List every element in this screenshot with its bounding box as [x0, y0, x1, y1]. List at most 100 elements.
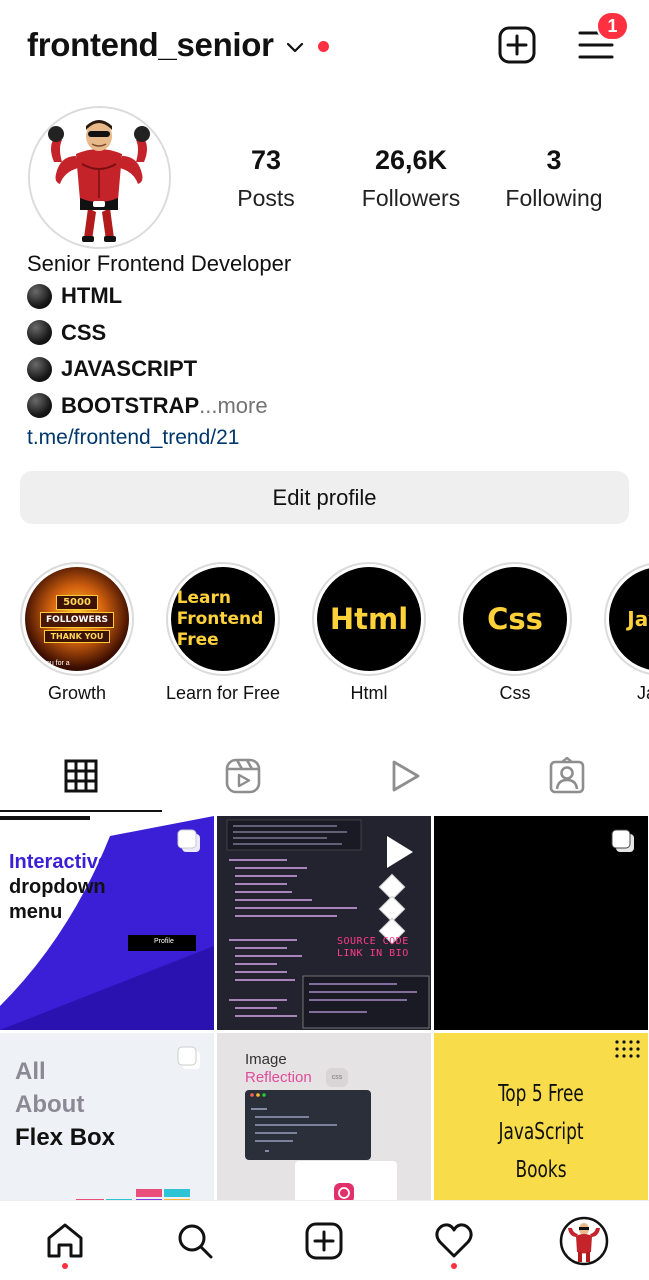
home-icon [47, 1223, 83, 1258]
bio-title: Senior Frontend Developer [27, 251, 292, 276]
edit-profile-button[interactable]: Edit profile [20, 471, 629, 524]
tagged-icon [549, 757, 585, 794]
highlight-growth[interactable]: 5000 FOLLOWERS THANK YOU k you for a Gro… [2, 562, 152, 704]
bio-line: CSS [27, 315, 627, 352]
bio-line: JAVASCRIPT [27, 351, 627, 388]
post-tile[interactable]: SOURCE CODE LINK IN BIO [217, 816, 431, 1030]
notification-badge: 1 [596, 11, 629, 41]
dot-pattern-image [615, 1040, 640, 1058]
black-circle-icon [27, 283, 52, 309]
profile-avatar-icon [559, 1216, 609, 1266]
highlight-ring: Learn Frontend Free [166, 562, 280, 676]
highlight-html[interactable]: Html Html [294, 562, 444, 704]
activity-notification-dot [451, 1263, 457, 1269]
following-stat[interactable]: 3 Following [501, 145, 607, 212]
bio-line-text: HTML [61, 283, 123, 309]
post-tile[interactable]: Interactive dropdown menu Profile [0, 816, 214, 1030]
profile-avatar[interactable] [28, 106, 171, 249]
cover-text: FOLLOWERS [39, 612, 115, 628]
tab-posts-grid[interactable] [0, 740, 162, 812]
cover-text: Free [176, 629, 219, 650]
post-title-line: menu [9, 901, 63, 923]
cover-text: Learn [176, 587, 232, 608]
post-button-text: Profile [154, 938, 174, 945]
nav-profile[interactable] [544, 1201, 624, 1280]
highlight-ring: Java [604, 562, 649, 676]
create-post-button[interactable] [497, 25, 537, 65]
plus-square-icon [498, 26, 536, 64]
carousel-icon [177, 829, 200, 852]
cover-text: Html [329, 602, 409, 636]
following-label: Following [505, 185, 603, 211]
tab-tagged[interactable] [486, 740, 648, 812]
post-thumbnail-image [217, 816, 431, 1030]
username[interactable]: frontend_senior [27, 26, 274, 64]
followers-label: Followers [361, 185, 461, 211]
profile-bio: Senior Frontend Developer HTML CSS JAVAS… [27, 250, 627, 450]
bio-line-text: CSS [61, 319, 107, 345]
profile-tabs [0, 740, 649, 812]
bio-external-link[interactable]: t.me/frontend_trend/21 [27, 426, 627, 450]
highlight-ring: Css [458, 562, 572, 676]
home-notification-dot [62, 1263, 68, 1269]
tab-videos[interactable] [324, 740, 486, 812]
highlight-cover: 5000 FOLLOWERS THANK YOU k you for a [25, 567, 129, 671]
post-tile[interactable]: All About Flex Box [0, 1033, 214, 1200]
post-tile[interactable]: Image Reflection css [217, 1033, 431, 1200]
cover-text: THANK YOU [43, 630, 111, 643]
highlight-label: Growth [47, 683, 107, 703]
cover-text: Css [487, 602, 543, 636]
post-title-line: Flex Box [15, 1124, 116, 1151]
cover-text: 5000 [56, 595, 98, 610]
new-activity-dot [317, 40, 329, 52]
carousel-icon [177, 1046, 200, 1069]
post-title-line: Books [515, 1157, 567, 1183]
plus-square-icon [305, 1222, 343, 1260]
posts-label: Posts [237, 185, 295, 211]
post-tile[interactable] [434, 816, 648, 1030]
highlight-ring: 5000 FOLLOWERS THANK YOU k you for a [20, 562, 134, 676]
highlight-cover: Css [463, 567, 567, 671]
bio-line-text: JAVASCRIPT [61, 356, 198, 382]
highlight-learn-for-free[interactable]: Learn Frontend Free Learn for Free [148, 562, 298, 704]
followers-count: 26,6K [374, 145, 448, 175]
post-title-line: Interactive [9, 851, 110, 873]
search-icon [178, 1224, 213, 1259]
superhero-avatar-image [30, 108, 169, 247]
post-overlay-text: SOURCE CODE [337, 936, 409, 947]
highlight-label: Html [350, 683, 388, 703]
highlight-css[interactable]: Css Css [440, 562, 590, 704]
post-title-line: JavaScript [498, 1119, 584, 1145]
account-switcher[interactable]: frontend_senior [27, 26, 329, 64]
black-circle-icon [27, 320, 52, 346]
post-title-line: dropdown [9, 876, 106, 898]
posts-count: 73 [250, 145, 282, 175]
following-count: 3 [546, 145, 562, 175]
cover-footer-text: k you for a [37, 660, 70, 667]
highlight-label: Learn for Free [165, 683, 281, 703]
highlight-ring: Html [312, 562, 426, 676]
highlight-java[interactable]: Java Java [586, 562, 649, 704]
tab-reels[interactable] [162, 740, 324, 812]
reels-icon [225, 758, 261, 794]
post-thumbnail-image [245, 1090, 397, 1200]
chevron-down-icon[interactable] [286, 42, 304, 54]
nav-activity[interactable] [414, 1201, 494, 1280]
bio-ellipsis: ... [199, 392, 218, 418]
nav-search[interactable] [155, 1201, 235, 1280]
highlight-label: Css [499, 683, 531, 703]
post-title-line: All [15, 1058, 46, 1085]
flexbox-blocks-image [76, 1189, 190, 1200]
cover-text: Frontend [176, 608, 264, 629]
bio-line: HTML [27, 278, 627, 315]
followers-stat[interactable]: 26,6K Followers [355, 145, 467, 212]
heart-icon [435, 1223, 473, 1258]
post-tile[interactable]: Top 5 Free JavaScript Books [434, 1033, 648, 1200]
nav-home[interactable] [25, 1201, 105, 1280]
posts-stat[interactable]: 73 Posts [235, 145, 297, 212]
bottom-navigation [0, 1200, 649, 1280]
bio-more-link[interactable]: more [217, 393, 267, 419]
highlight-cover: Learn Frontend Free [171, 567, 275, 671]
nav-create[interactable] [284, 1201, 364, 1280]
post-title-line: About [15, 1091, 85, 1118]
